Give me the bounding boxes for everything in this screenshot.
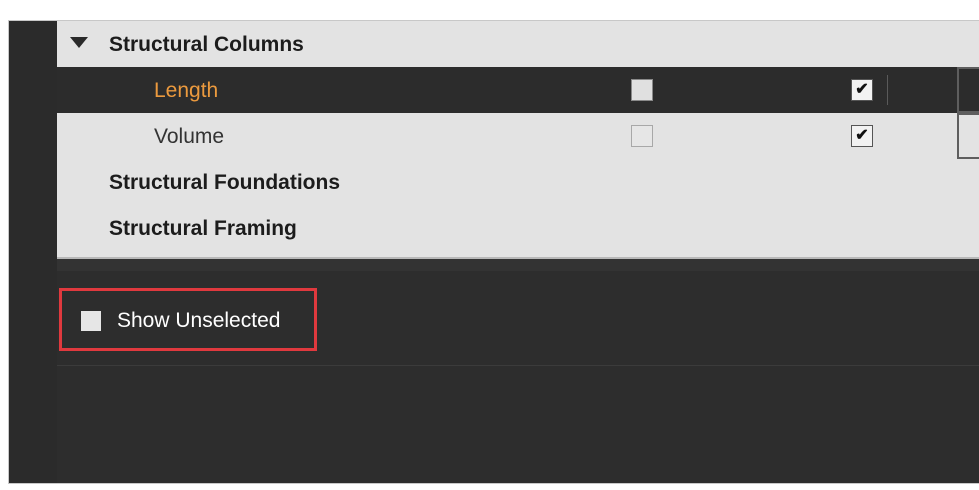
show-unselected-highlight: Show Unselected bbox=[59, 288, 317, 351]
show-unselected-label[interactable]: Show Unselected bbox=[117, 309, 280, 333]
toolbar-gap bbox=[57, 259, 979, 271]
category-parameter-tree: Structural Columns Length ✔ Volume ✔ Str… bbox=[57, 21, 979, 257]
column-separator bbox=[887, 75, 888, 105]
volume-side-cell[interactable] bbox=[957, 113, 979, 159]
volume-checkbox-2[interactable]: ✔ bbox=[851, 125, 873, 147]
left-rail bbox=[9, 21, 57, 483]
expand-triangle-icon[interactable] bbox=[70, 37, 88, 48]
category-label: Structural Framing bbox=[109, 217, 297, 240]
parameter-label: Volume bbox=[154, 125, 225, 148]
length-checkbox-1[interactable] bbox=[631, 79, 653, 101]
category-label: Structural Foundations bbox=[109, 171, 340, 194]
volume-checkbox-1[interactable] bbox=[631, 125, 653, 147]
tree-row-structural-columns[interactable]: Structural Columns bbox=[57, 21, 979, 67]
length-checkbox-2[interactable]: ✔ bbox=[851, 79, 873, 101]
tree-row-structural-framing[interactable]: Structural Framing bbox=[57, 205, 979, 251]
schedule-properties-panel: Structural Columns Length ✔ Volume ✔ Str… bbox=[8, 20, 979, 484]
length-side-cell[interactable] bbox=[957, 67, 979, 113]
category-label: Structural Columns bbox=[109, 33, 304, 56]
tree-row-length[interactable]: Length ✔ bbox=[57, 67, 979, 113]
panel-divider bbox=[57, 365, 979, 366]
parameter-label: Length bbox=[154, 79, 219, 102]
tree-row-structural-foundations[interactable]: Structural Foundations bbox=[57, 159, 979, 205]
tree-row-volume[interactable]: Volume ✔ bbox=[57, 113, 979, 159]
show-unselected-checkbox[interactable] bbox=[81, 311, 101, 331]
